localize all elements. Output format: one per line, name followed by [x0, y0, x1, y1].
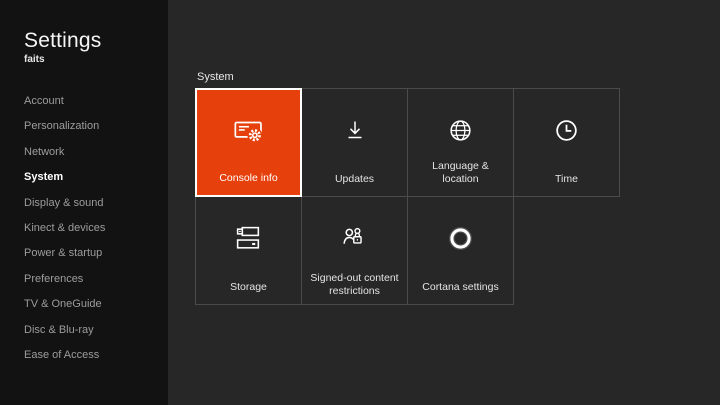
cortana-ring-icon: [408, 207, 513, 270]
sidebar-item-kinect-devices[interactable]: Kinect & devices: [24, 216, 160, 241]
tile-label: Console info: [219, 171, 278, 184]
sidebar-item-tv-oneguide[interactable]: TV & OneGuide: [24, 292, 160, 317]
tile-updates[interactable]: Updates: [301, 88, 408, 197]
sidebar-item-disc-bluray[interactable]: Disc & Blu-ray: [24, 318, 160, 343]
sidebar-item-personalization[interactable]: Personalization: [24, 114, 160, 139]
tile-signed-out-content-restrictions[interactable]: Signed-out content restrictions: [301, 196, 408, 305]
tile-label: Updates: [334, 172, 375, 185]
sidebar-nav: Account Personalization Network System D…: [24, 89, 160, 368]
storage-drives-icon: [196, 207, 301, 270]
tile-language-location[interactable]: Language & location: [407, 88, 514, 197]
tile-grid: Console info Updates Language & location…: [195, 88, 620, 305]
tile-row-2: Storage Signed-out content restrictions …: [195, 196, 619, 305]
sidebar-item-display-sound[interactable]: Display & sound: [24, 191, 160, 216]
settings-screen: Settings faits Account Personalization N…: [0, 0, 720, 405]
tile-label: Time: [555, 172, 578, 185]
download-icon: [302, 99, 407, 162]
globe-icon: [408, 99, 513, 162]
sidebar-item-network[interactable]: Network: [24, 140, 160, 165]
console-gear-icon: [197, 100, 300, 161]
tile-console-info[interactable]: Console info: [195, 88, 302, 197]
sidebar: Settings faits Account Personalization N…: [0, 0, 168, 405]
sidebar-item-ease-of-access[interactable]: Ease of Access: [24, 343, 160, 368]
user-gamertag: faits: [24, 54, 45, 65]
tile-storage[interactable]: Storage: [195, 196, 302, 305]
people-lock-icon: [302, 207, 407, 270]
sidebar-item-account[interactable]: Account: [24, 89, 160, 114]
tile-label: Storage: [230, 280, 267, 293]
tile-cortana-settings[interactable]: Cortana settings: [407, 196, 514, 305]
tile-label: Signed-out content restrictions: [310, 271, 399, 297]
tile-time[interactable]: Time: [513, 88, 620, 197]
tile-label: Cortana settings: [422, 280, 499, 293]
page-title: Settings: [24, 29, 102, 52]
tile-row-1: Console info Updates Language & location…: [195, 88, 620, 197]
sidebar-item-power-startup[interactable]: Power & startup: [24, 241, 160, 266]
sidebar-item-preferences[interactable]: Preferences: [24, 267, 160, 292]
clock-icon: [514, 99, 619, 162]
tile-label: Language & location: [432, 159, 489, 185]
section-label: System: [197, 71, 234, 83]
sidebar-item-system[interactable]: System: [24, 165, 160, 190]
main-content: System Console info Updates Language & l…: [168, 0, 720, 405]
